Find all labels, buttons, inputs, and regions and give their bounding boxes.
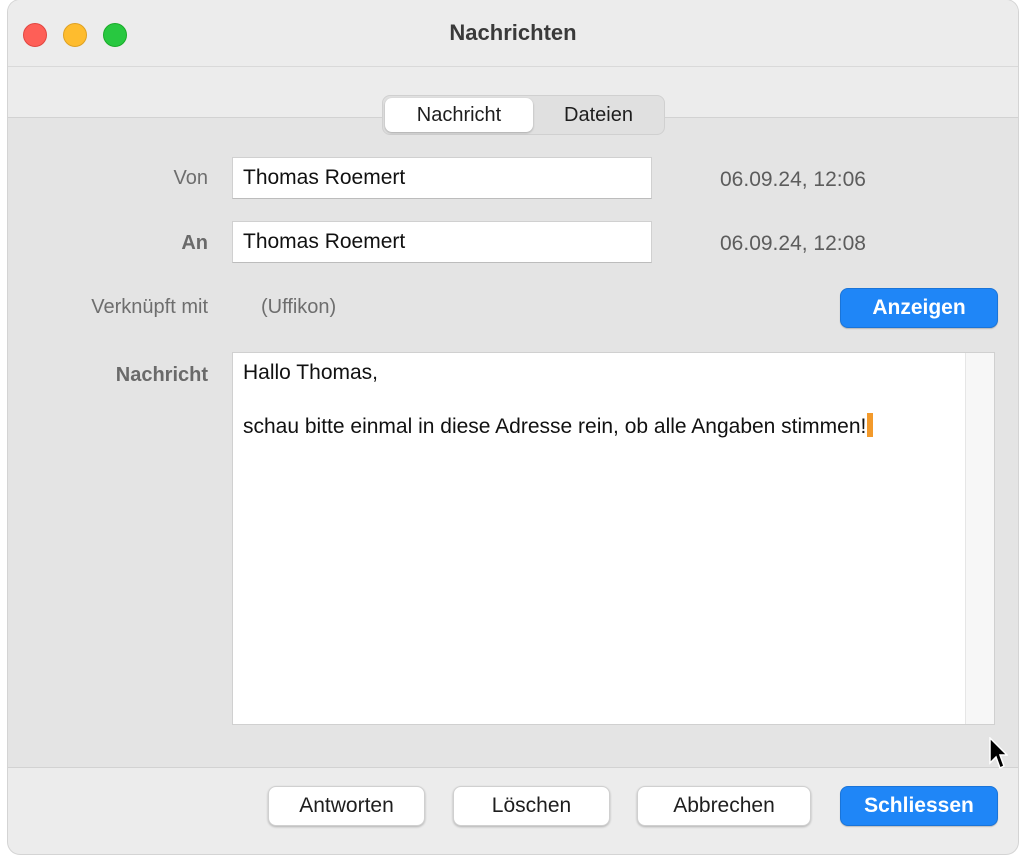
from-date: 06.09.24, 12:06 <box>720 168 866 191</box>
tab-bar: Nachricht Dateien <box>382 95 665 135</box>
from-field[interactable]: Thomas Roemert <box>232 157 652 199</box>
title-bar: Nachrichten <box>8 0 1018 67</box>
cancel-button[interactable]: Abbrechen <box>637 786 811 826</box>
reply-button[interactable]: Antworten <box>268 786 425 826</box>
to-date: 06.09.24, 12:08 <box>720 232 866 255</box>
tab-message[interactable]: Nachricht <box>385 98 533 132</box>
delete-button[interactable]: Löschen <box>453 786 610 826</box>
message-textarea[interactable]: Hallo Thomas, schau bitte einmal in dies… <box>232 352 995 725</box>
to-label: An <box>181 232 208 254</box>
linked-label: Verknüpft mit <box>91 296 208 318</box>
mouse-pointer-icon <box>988 736 1009 776</box>
to-field[interactable]: Thomas Roemert <box>232 221 652 263</box>
message-label: Nachricht <box>115 364 208 386</box>
from-label: Von <box>173 167 208 189</box>
window-title: Nachrichten <box>449 20 577 45</box>
close-button[interactable]: Schliessen <box>840 786 998 826</box>
text-caret <box>867 413 874 437</box>
message-text: Hallo Thomas, schau bitte einmal in dies… <box>243 359 953 440</box>
tab-files[interactable]: Dateien <box>535 98 662 132</box>
message-line-1: Hallo Thomas, <box>243 361 379 384</box>
message-scrollbar[interactable] <box>965 353 994 724</box>
messages-window: Nachrichten Nachricht Dateien Von Thomas… <box>8 0 1018 854</box>
linked-value: (Uffikon) <box>261 296 337 318</box>
message-line-2: schau bitte einmal in diese Adresse rein… <box>243 415 867 438</box>
show-button[interactable]: Anzeigen <box>840 288 998 328</box>
